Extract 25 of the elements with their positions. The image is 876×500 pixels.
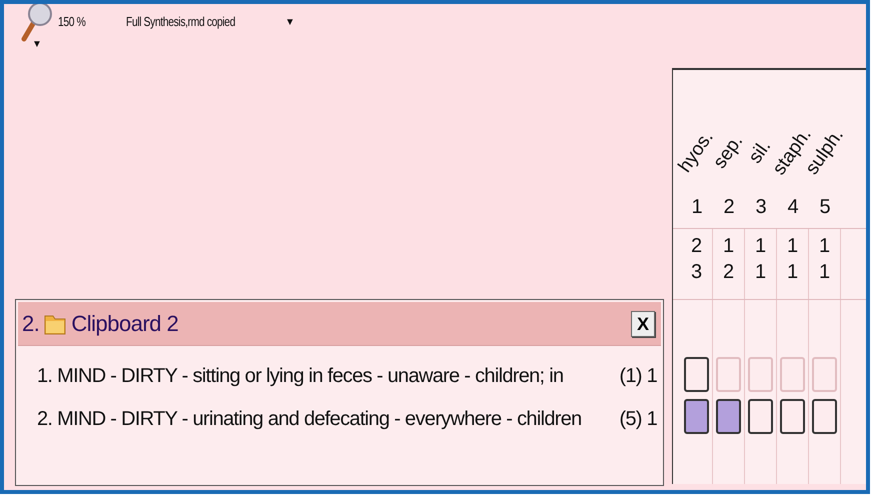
remedy-number: 4 [787, 195, 799, 220]
remedy-number: 2 [723, 195, 735, 220]
zoom-level: 150 % [58, 13, 86, 31]
magnifier-icon[interactable] [20, 4, 54, 42]
close-button[interactable]: X [631, 310, 655, 336]
remedy-count: 1 [818, 234, 830, 259]
remedy-number: 1 [691, 195, 703, 220]
remedy-count: 2 [722, 260, 734, 285]
remedy-count: 2 [690, 234, 702, 259]
clipboard-number: 2. [22, 310, 40, 338]
status-text: Full Synthesis,rmd copied [126, 13, 234, 31]
rubric-text[interactable]: 2. MIND - DIRTY - urinating and defecating - everywhere - children [37, 404, 612, 434]
remedy-count: 1 [754, 260, 766, 285]
remedy-count: 3 [690, 260, 702, 285]
remedy-count: 1 [818, 260, 830, 285]
remedy-count: 1 [754, 234, 766, 259]
remedy-number: 3 [755, 195, 767, 220]
remedy-count: 1 [786, 234, 798, 259]
rubric-count: (1) 1 [619, 364, 657, 388]
rubric-count: (5) 1 [619, 406, 657, 432]
clipboard-title: Clipboard 2 [71, 310, 178, 338]
remedy-number: 5 [819, 195, 831, 220]
rubric-text[interactable]: 1. MIND - DIRTY - sitting or lying in feces - unaware - children; in [37, 360, 612, 390]
remedy-count: 1 [722, 234, 734, 259]
remedy-count: 1 [786, 260, 798, 285]
